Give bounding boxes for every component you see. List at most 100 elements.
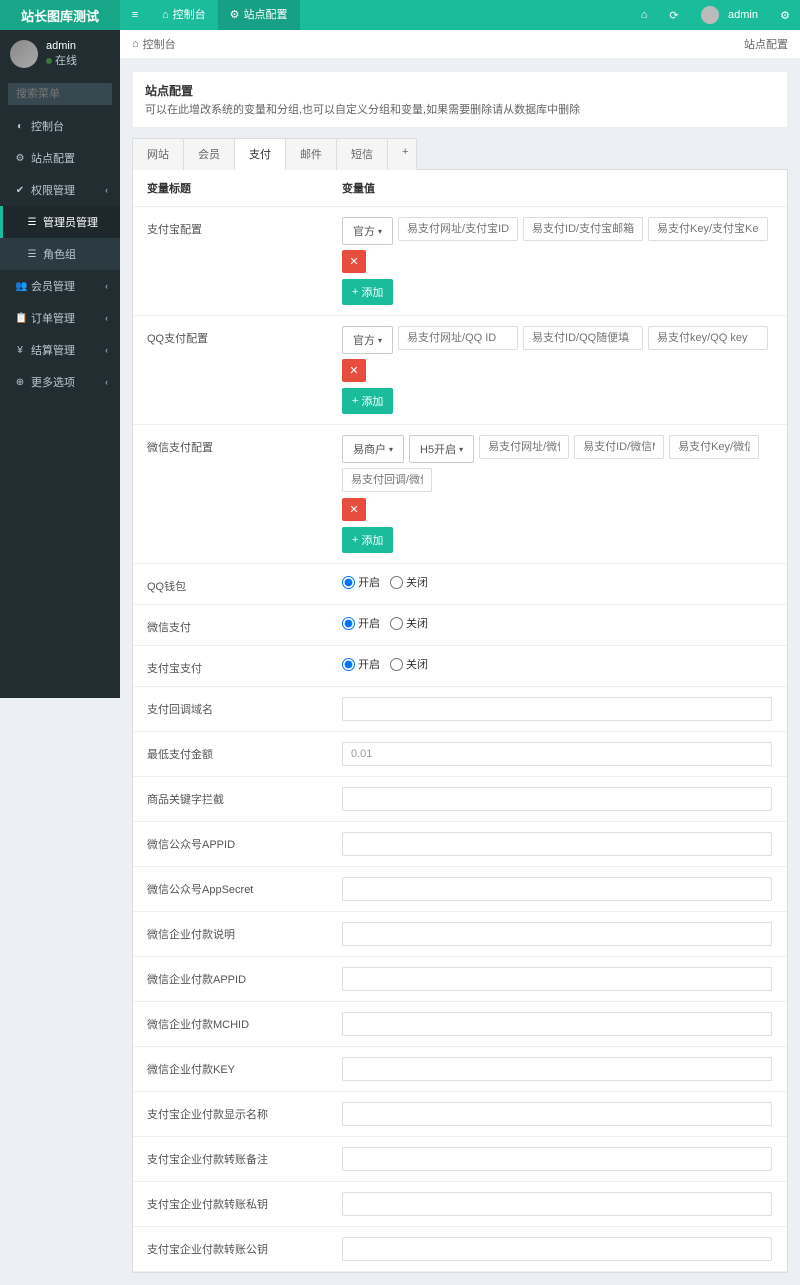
text-input[interactable]	[342, 1147, 772, 1171]
dropdown-official[interactable]: 官方▾	[342, 217, 393, 245]
text-input[interactable]	[342, 787, 772, 811]
wx-input-4[interactable]	[342, 468, 432, 492]
refresh-icon[interactable]: ⟳	[659, 9, 689, 22]
plus-icon: +	[352, 286, 358, 298]
menu-more[interactable]: ⊕更多选项‹	[0, 366, 120, 398]
row-label: 支付宝企业付款转账私钥	[147, 1192, 342, 1216]
row-label: 微信企业付款KEY	[147, 1057, 342, 1081]
radio-on[interactable]: 开启	[342, 656, 380, 672]
row-simple: 微信企业付款APPID	[133, 957, 787, 1002]
delete-button[interactable]: ✕	[342, 359, 366, 382]
tab-add[interactable]: +	[387, 138, 417, 170]
menu-admin[interactable]: ☰管理员管理	[0, 206, 120, 238]
user-status: 在线	[46, 52, 77, 68]
menu-members[interactable]: 👥会员管理‹	[0, 270, 120, 302]
sidebar-search[interactable]	[8, 83, 112, 105]
dropdown-official[interactable]: 官方▾	[342, 326, 393, 354]
breadcrumb-home[interactable]: 控制台	[143, 36, 176, 52]
text-input[interactable]	[342, 697, 772, 721]
delete-button[interactable]: ✕	[342, 498, 366, 521]
text-input[interactable]	[342, 967, 772, 991]
config-panel: 变量标题 变量值 支付宝配置 官方▾ ✕ +添加	[132, 169, 788, 1273]
dashboard-icon: ◐	[15, 121, 25, 132]
tab-email[interactable]: 邮件	[285, 138, 337, 170]
row-simple: 支付宝企业付款转账公钥	[133, 1227, 787, 1272]
dropdown-h5[interactable]: H5开启▾	[409, 435, 474, 463]
tab-website[interactable]: 网站	[132, 138, 184, 170]
text-input[interactable]	[342, 742, 772, 766]
check-icon: ✔	[15, 185, 25, 196]
row-simple: 支付宝企业付款转账私钥	[133, 1182, 787, 1227]
row-label: 微信公众号AppSecret	[147, 877, 342, 901]
topbar-user[interactable]: admin	[689, 0, 770, 30]
row-simple: 最低支付金额	[133, 732, 787, 777]
wx-input-2[interactable]	[574, 435, 664, 459]
text-input[interactable]	[342, 1102, 772, 1126]
qq-input-1[interactable]	[398, 326, 518, 350]
tab-member[interactable]: 会员	[183, 138, 235, 170]
plus-circle-icon: ⊕	[15, 377, 25, 388]
menu-settlement[interactable]: ¥结算管理‹	[0, 334, 120, 366]
sidebar: admin 在线 ◐控制台 ⚙站点配置 ✔权限管理‹ ☰管理员管理 ☰角色组 👥…	[0, 30, 120, 698]
tab-sms[interactable]: 短信	[336, 138, 388, 170]
row-label: 支付宝企业付款显示名称	[147, 1102, 342, 1126]
row-wxpay: 微信支付配置 易商户▾ H5开启▾ ✕ +添加	[133, 425, 787, 564]
tab-payment[interactable]: 支付	[234, 138, 286, 170]
text-input[interactable]	[342, 832, 772, 856]
text-input[interactable]	[342, 922, 772, 946]
text-input[interactable]	[342, 1012, 772, 1036]
row-label: 支付宝企业付款转账备注	[147, 1147, 342, 1171]
row-simple: 支付宝企业付款转账备注	[133, 1137, 787, 1182]
home-icon[interactable]: ⌂	[629, 9, 659, 21]
row-simple: 微信公众号AppSecret	[133, 867, 787, 912]
text-input[interactable]	[342, 1237, 772, 1261]
settings-icon[interactable]: ⚙	[770, 9, 800, 22]
row-simple: 支付回调域名	[133, 687, 787, 732]
menu-siteconfig[interactable]: ⚙站点配置	[0, 142, 120, 174]
radio-off[interactable]: 关闭	[390, 656, 428, 672]
row-simple: 微信公众号APPID	[133, 822, 787, 867]
menu-orders[interactable]: 📋订单管理‹	[0, 302, 120, 334]
wx-input-3[interactable]	[669, 435, 759, 459]
add-button[interactable]: +添加	[342, 527, 393, 553]
row-radio: 微信支付 开启 关闭	[133, 605, 787, 646]
delete-button[interactable]: ✕	[342, 250, 366, 273]
qq-input-3[interactable]	[648, 326, 768, 350]
add-button[interactable]: +添加	[342, 279, 393, 305]
radio-off[interactable]: 关闭	[390, 574, 428, 590]
dropdown-merchant[interactable]: 易商户▾	[342, 435, 404, 463]
search-input[interactable]	[8, 83, 112, 105]
close-icon: ✕	[349, 255, 358, 268]
menu-roles[interactable]: ☰角色组	[0, 238, 120, 270]
row-simple: 微信企业付款说明	[133, 912, 787, 957]
radio-off[interactable]: 关闭	[390, 615, 428, 631]
topbar-tab-dashboard[interactable]: ⌂控制台	[150, 0, 218, 30]
text-input[interactable]	[342, 1192, 772, 1216]
radio-on[interactable]: 开启	[342, 574, 380, 590]
topbar-tab-config[interactable]: ⚙站点配置	[218, 0, 300, 30]
menu-dashboard[interactable]: ◐控制台	[0, 110, 120, 142]
wx-input-1[interactable]	[479, 435, 569, 459]
radio-on[interactable]: 开启	[342, 615, 380, 631]
row-label: QQ支付配置	[147, 326, 342, 414]
col-title: 变量标题	[147, 180, 342, 196]
menu-toggle-icon[interactable]: ≡	[120, 9, 150, 21]
text-input[interactable]	[342, 877, 772, 901]
alipay-input-2[interactable]	[523, 217, 643, 241]
sidebar-menu: ◐控制台 ⚙站点配置 ✔权限管理‹ ☰管理员管理 ☰角色组 👥会员管理‹ 📋订单…	[0, 110, 120, 398]
breadcrumb: ⌂ 控制台 站点配置	[120, 30, 800, 59]
plus-icon: +	[352, 534, 358, 546]
alipay-input-3[interactable]	[648, 217, 768, 241]
row-label: 微信企业付款MCHID	[147, 1012, 342, 1036]
menu-permission[interactable]: ✔权限管理‹	[0, 174, 120, 206]
row-simple: 微信企业付款KEY	[133, 1047, 787, 1092]
row-label: 最低支付金额	[147, 742, 342, 766]
add-button[interactable]: +添加	[342, 388, 393, 414]
qq-input-2[interactable]	[523, 326, 643, 350]
row-label: 商品关键字拦截	[147, 787, 342, 811]
chevron-left-icon: ‹	[105, 377, 108, 387]
text-input[interactable]	[342, 1057, 772, 1081]
gear-icon: ⚙	[15, 153, 25, 164]
row-label: 微信企业付款说明	[147, 922, 342, 946]
alipay-input-1[interactable]	[398, 217, 518, 241]
